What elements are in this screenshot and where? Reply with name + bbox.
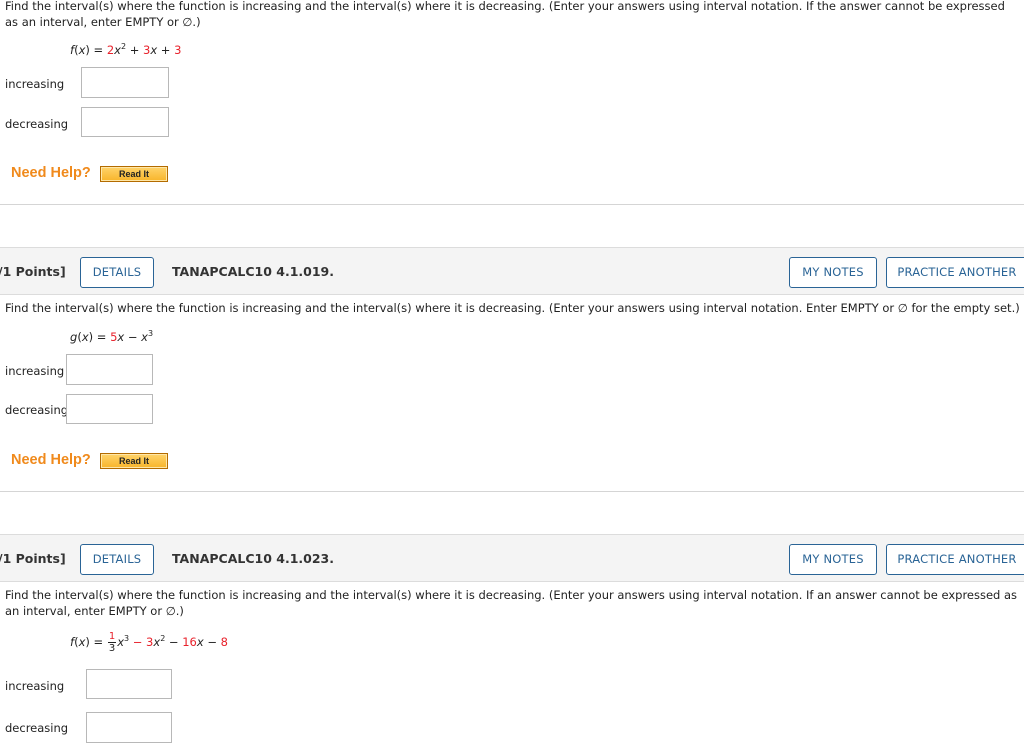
- question3-increasing-label: increasing: [5, 679, 65, 693]
- question2-practice-another-button[interactable]: PRACTICE ANOTHER: [886, 257, 1024, 288]
- question1-increasing-label: increasing: [5, 77, 65, 91]
- question2-decreasing-label: decreasing: [5, 403, 69, 417]
- question3-formula: f(x) = 1 3 x3 − 3x2 − 16x − 8: [70, 631, 228, 654]
- question2-header: /1 Points] DETAILS TANAPCALC10 4.1.019. …: [0, 247, 1024, 295]
- question1-prompt: Find the interval(s) where the function …: [5, 0, 1005, 29]
- question3-my-notes-button[interactable]: MY NOTES: [789, 544, 877, 575]
- question3-prompt: Find the interval(s) where the function …: [5, 588, 1018, 618]
- question3-practice-another-button[interactable]: PRACTICE ANOTHER: [886, 544, 1024, 575]
- question3-header: /1 Points] DETAILS TANAPCALC10 4.1.023. …: [0, 534, 1024, 582]
- question1-need-help: Need Help?: [11, 165, 91, 181]
- question2-decreasing-input[interactable]: [66, 394, 153, 424]
- question1-read-it-button[interactable]: Read It: [100, 166, 168, 182]
- question2-increasing-input[interactable]: [66, 354, 153, 385]
- question2-formula: g(x) = 5x − x3: [70, 329, 154, 345]
- question3-details-button[interactable]: DETAILS: [80, 544, 154, 575]
- question3-points: /1 Points]: [0, 551, 66, 566]
- question2-increasing-label: increasing: [5, 364, 65, 378]
- question2-need-help: Need Help?: [11, 452, 91, 468]
- question1-formula: f(x) = 2x2 + 3x + 3: [70, 42, 182, 58]
- fraction: 13: [107, 631, 117, 654]
- question3-increasing-input[interactable]: [86, 669, 172, 699]
- question1-decreasing-input[interactable]: [81, 107, 169, 137]
- question1-decreasing-label: decreasing: [5, 117, 69, 131]
- question3-decreasing-label: decreasing: [5, 721, 69, 735]
- divider: [0, 204, 1024, 205]
- question2-points: /1 Points]: [0, 264, 66, 279]
- question1-increasing-input[interactable]: [81, 67, 169, 98]
- question3-decreasing-input[interactable]: [86, 712, 172, 743]
- question2-details-button[interactable]: DETAILS: [80, 257, 154, 288]
- divider: [0, 491, 1024, 492]
- question3-id: TANAPCALC10 4.1.023.: [172, 551, 334, 566]
- question2-my-notes-button[interactable]: MY NOTES: [789, 257, 877, 288]
- question2-prompt: Find the interval(s) where the function …: [5, 301, 1020, 315]
- question2-read-it-button[interactable]: Read It: [100, 453, 168, 469]
- question2-id: TANAPCALC10 4.1.019.: [172, 264, 334, 279]
